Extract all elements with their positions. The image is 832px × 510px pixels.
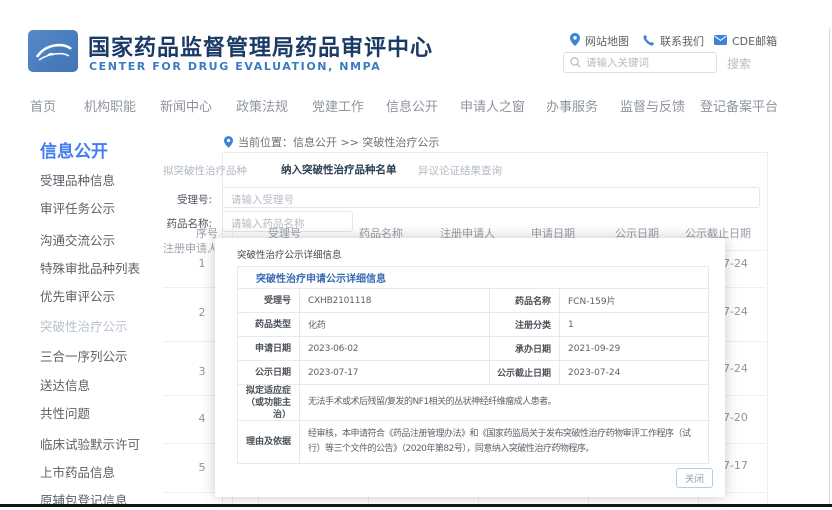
sidebar-item-review-tasks[interactable]: 审评任务公示: [40, 198, 115, 217]
field-value: 2023-07-17: [299, 361, 489, 384]
mail-icon: [714, 35, 727, 48]
page: 国家药品监督管理局药品审评中心 CENTER FOR DRUG EVALUATI…: [0, 0, 832, 510]
sidebar-item-common-issues[interactable]: 共性问题: [40, 403, 90, 422]
field-label: 拟定适应症（或功能主治）: [238, 385, 299, 421]
field-value: FCN-159片: [559, 289, 708, 312]
col-header-applicant-wrap: 注册申请人: [163, 240, 218, 256]
breakthrough-detail-modal: 突破性治疗公示详细信息 突破性治疗申请公示详细信息 受理号 CXHB210111…: [215, 238, 725, 497]
breadcrumb-pin-icon: [224, 133, 233, 152]
quick-link-label: 联系我们: [660, 33, 704, 49]
sidebar-item-marketed-drugs[interactable]: 上市药品信息: [40, 462, 115, 481]
sidebar-item-communication[interactable]: 沟通交流公示: [40, 230, 115, 249]
sidebar-item-accepted-varieties[interactable]: 受理品种信息: [40, 170, 115, 189]
modal-row-indication: 拟定适应症（或功能主治） 无法手术或术后残留/复发的NF1相关的丛状神经纤维瘤成…: [238, 385, 708, 421]
nav-item-info[interactable]: 信息公开: [386, 96, 438, 115]
table-row-index: 3: [192, 365, 212, 378]
search-icon: [570, 53, 581, 72]
sidebar-item-three-in-one[interactable]: 三合一序列公示: [40, 346, 128, 365]
sidebar-item-breakthrough[interactable]: 突破性治疗公示: [40, 316, 128, 335]
window-right-edge: [829, 28, 830, 504]
keyword-searchbox[interactable]: [563, 52, 717, 73]
acceptance-no-field[interactable]: [222, 187, 760, 208]
field-value: 经审核，本申请符合《药品注册管理办法》和《国家药监局关于发布突破性治疗药物审评工…: [299, 421, 708, 463]
field-value: 2023-07-24: [559, 361, 708, 384]
nav-item-policy[interactable]: 政策法规: [236, 96, 288, 115]
modal-detail-table: 突破性治疗申请公示详细信息 受理号 CXHB2101118 药品名称 FCN-1…: [237, 266, 709, 464]
nav-item-home[interactable]: 首页: [30, 96, 56, 115]
cde-logo: [28, 30, 78, 72]
breadcrumb: 当前位置：信息公开 >> 突破性治疗公示: [238, 134, 439, 150]
close-button[interactable]: 关闭: [676, 468, 713, 488]
sidebar-item-clinical-trial[interactable]: 临床试验默示许可: [40, 434, 140, 453]
tab-proposed-breakthrough[interactable]: 拟突破性治疗品种: [163, 163, 247, 178]
tab-included-breakthrough-list[interactable]: 纳入突破性治疗品种名单: [281, 162, 397, 177]
nav-item-party[interactable]: 党建工作: [312, 96, 364, 115]
modal-row-publish-date: 公示日期 2023-07-17 公示截止日期 2023-07-24: [238, 361, 708, 385]
quick-link-label: CDE邮箱: [732, 33, 777, 49]
quick-link-label: 网站地图: [585, 33, 629, 49]
table-row-index: 2: [192, 306, 212, 319]
modal-row-apply-date: 申请日期 2023-06-02 承办日期 2021-09-29: [238, 337, 708, 361]
field-value: 2021-09-29: [559, 337, 708, 360]
nav-item-org[interactable]: 机构职能: [84, 96, 136, 115]
field-label: 药品类型: [238, 319, 299, 331]
quick-link-contact[interactable]: 联系我们: [643, 33, 704, 49]
site-title: 国家药品监督管理局药品审评中心: [88, 30, 433, 62]
nav-item-service[interactable]: 办事服务: [546, 96, 598, 115]
modal-row-drug-type: 药品类型 化药 注册分类 1: [238, 313, 708, 337]
site-subtitle: CENTER FOR DRUG EVALUATION, NMPA: [89, 60, 381, 73]
window-bottom-edge: [0, 504, 832, 507]
modal-section-title: 突破性治疗申请公示详细信息: [238, 267, 708, 289]
tab-objection-result-query[interactable]: 异议论证结果查询: [418, 163, 502, 178]
modal-row-acceptance: 受理号 CXHB2101118 药品名称 FCN-159片: [238, 289, 708, 313]
table-row-index: 4: [192, 412, 212, 425]
sidebar-item-special-approval[interactable]: 特殊审批品种列表: [40, 258, 140, 277]
field-value: 1: [559, 313, 708, 336]
field-value: CXHB2101118: [299, 289, 489, 312]
phone-icon: [643, 34, 655, 49]
field-value: 2023-06-02: [299, 337, 489, 360]
swallow-logo-icon: [28, 57, 78, 76]
table-row-index: 1: [192, 257, 212, 270]
field-value: 无法手术或术后残留/复发的NF1相关的丛状神经纤维瘤成人患者。: [299, 385, 708, 420]
search-button[interactable]: 搜索: [727, 55, 751, 72]
nav-item-supervise[interactable]: 监督与反馈: [620, 96, 685, 115]
quick-link-sitemap[interactable]: 网站地图: [570, 33, 629, 49]
sidebar-title: 信息公开: [40, 137, 108, 162]
sidebar-item-delivery-info[interactable]: 送达信息: [40, 375, 90, 394]
acceptance-no-input[interactable]: [223, 191, 759, 210]
sidebar-item-priority-review[interactable]: 优先审评公示: [40, 286, 115, 305]
nav-item-register[interactable]: 登记备案平台: [700, 96, 778, 115]
acceptance-no-label: 受理号:: [140, 192, 212, 207]
quick-link-mailbox[interactable]: CDE邮箱: [714, 33, 777, 49]
field-label: 公示日期: [238, 367, 299, 379]
modal-row-reason: 理由及依据 经审核，本申请符合《药品注册管理办法》和《国家药监局关于发布突破性治…: [238, 421, 708, 463]
modal-title: 突破性治疗公示详细信息: [237, 247, 342, 261]
field-label: 公示截止日期: [489, 361, 559, 384]
field-label: 承办日期: [489, 337, 559, 360]
location-pin-icon: [570, 33, 580, 49]
nav-item-applicant[interactable]: 申请人之窗: [460, 96, 525, 115]
search-input[interactable]: [586, 57, 701, 69]
nav-item-news[interactable]: 新闻中心: [160, 96, 212, 115]
field-label: 申请日期: [238, 343, 299, 355]
field-label: 理由及依据: [238, 436, 299, 448]
field-label: 受理号: [238, 295, 299, 307]
field-value: 化药: [299, 313, 489, 336]
field-label: 药品名称: [489, 289, 559, 312]
table-row-index: 5: [192, 461, 212, 474]
field-label: 注册分类: [489, 313, 559, 336]
